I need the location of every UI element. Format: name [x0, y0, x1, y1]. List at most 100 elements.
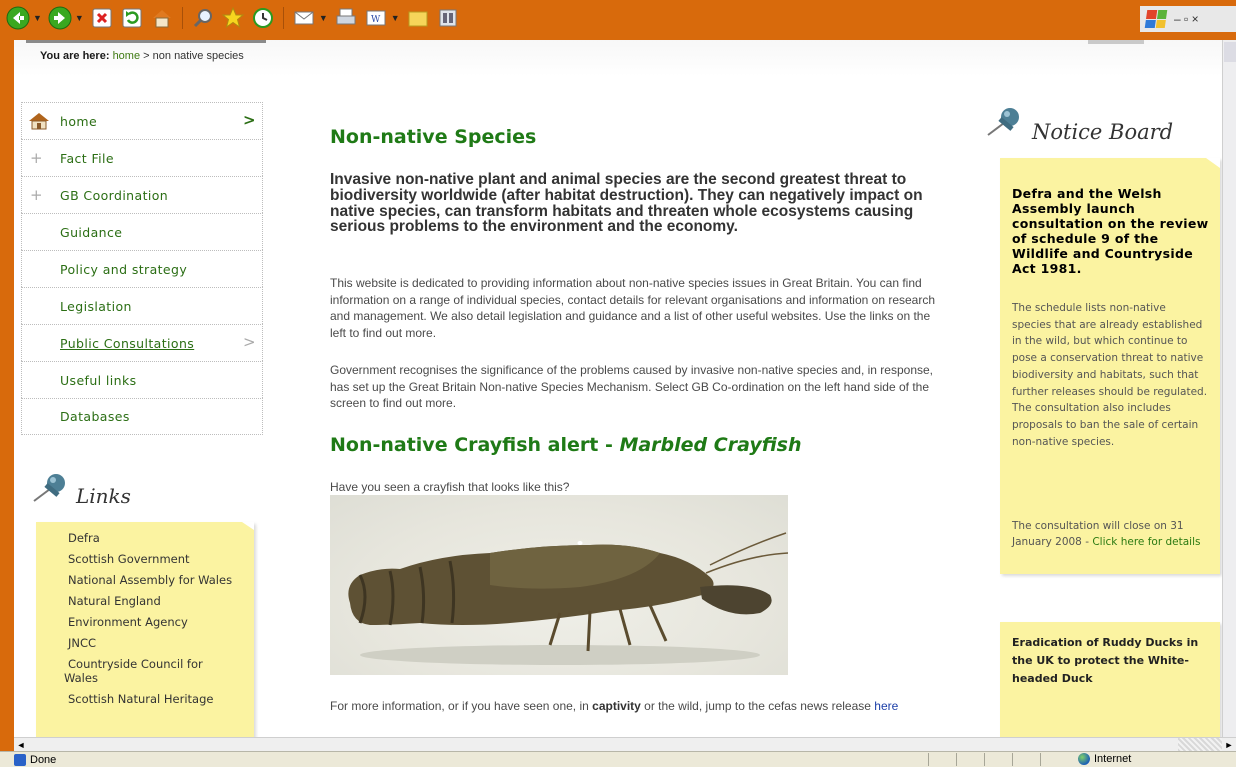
refresh-icon[interactable] — [120, 6, 144, 30]
notice-board-title: Notice Board — [1032, 120, 1174, 144]
toolbar-separator — [282, 7, 284, 29]
nav-item-gb-coordination[interactable]: + GB Coordination — [21, 176, 263, 213]
nav-item-policy[interactable]: Policy and strategy — [21, 250, 263, 287]
window-buttons[interactable]: – ▫ × — [1174, 12, 1199, 26]
nav-label: Public Consultations — [60, 335, 195, 351]
header-band: You are here: home > non native species — [14, 40, 1222, 76]
zone-label: Internet — [1094, 753, 1132, 765]
scroll-right-icon[interactable]: ► — [1222, 738, 1236, 752]
nav-label: Fact File — [60, 150, 114, 166]
crayfish-alert-heading: Non-native Crayfish alert - Marbled Cray… — [330, 434, 802, 456]
links-title: Links — [76, 484, 131, 508]
nav-item-databases[interactable]: Databases — [21, 398, 263, 435]
favorites-icon[interactable] — [221, 6, 245, 30]
pushpin-icon — [33, 474, 65, 502]
mail-dropdown-icon[interactable]: ▼ — [319, 13, 328, 23]
link-item[interactable]: Natural England — [36, 591, 246, 612]
notice-ruddy-ducks: Eradication of Ruddy Ducks in the UK to … — [1000, 622, 1220, 737]
ruddy-duck-link[interactable]: Eradication of Ruddy Ducks in the UK to … — [1012, 634, 1216, 688]
links-list: Defra Scottish Government National Assem… — [36, 528, 246, 710]
nav-label: Policy and strategy — [60, 261, 188, 277]
more-info-paragraph: For more information, or if you have see… — [330, 698, 950, 715]
header-rule-right — [1088, 40, 1144, 44]
page-title: Non-native Species — [330, 126, 537, 148]
edit-dropdown-icon[interactable]: ▼ — [391, 13, 400, 23]
print-icon[interactable] — [334, 6, 358, 30]
plus-icon: + — [30, 186, 43, 204]
page-icon — [14, 753, 26, 766]
breadcrumb-current: non native species — [152, 50, 244, 62]
nav-label: Legislation — [60, 298, 132, 314]
mail-icon[interactable] — [292, 6, 316, 30]
links-heading: Links — [32, 470, 131, 508]
nav-item-home[interactable]: home > — [21, 102, 263, 139]
media-icon[interactable] — [436, 6, 460, 30]
nav-item-legislation[interactable]: Legislation — [21, 287, 263, 324]
note-fold — [1206, 158, 1220, 168]
stop-icon[interactable] — [90, 6, 114, 30]
security-zone: Internet — [1078, 753, 1131, 765]
svg-text:W: W — [371, 15, 381, 25]
search-icon[interactable] — [191, 6, 215, 30]
notice-consultation: Defra and the Welsh Assembly launch cons… — [1000, 158, 1220, 574]
breadcrumb-label: You are here: — [40, 50, 110, 62]
status-panes — [928, 753, 1068, 766]
left-navigation: home > + Fact File + GB Coordination Gui… — [21, 102, 263, 435]
resize-grip[interactable] — [1178, 738, 1222, 751]
scroll-left-icon[interactable]: ◄ — [14, 738, 28, 752]
notice-title: Defra and the Welsh Assembly launch cons… — [1012, 186, 1209, 276]
plus-icon: + — [30, 149, 43, 167]
nav-label: Databases — [60, 409, 130, 424]
nav-label: home — [60, 113, 98, 129]
link-item[interactable]: Scottish Natural Heritage — [36, 689, 246, 710]
nav-item-guidance[interactable]: Guidance — [21, 213, 263, 250]
nav-item-public-consultations[interactable]: Public Consultations > — [21, 324, 263, 361]
chevron-right-icon: > — [243, 111, 256, 129]
nav-item-fact-file[interactable]: + Fact File — [21, 139, 263, 176]
alert-title: Non-native Crayfish alert - — [330, 434, 620, 456]
horizontal-scrollbar[interactable]: ◄ ► — [14, 737, 1236, 751]
home-icon — [29, 113, 49, 130]
home-icon[interactable] — [150, 6, 174, 30]
lead-paragraph: Invasive non-native plant and animal spe… — [330, 171, 923, 236]
forward-icon[interactable] — [48, 6, 72, 30]
back-icon[interactable] — [6, 6, 30, 30]
crayfish-image — [348, 532, 789, 665]
cefas-here-link[interactable]: here — [874, 699, 898, 713]
globe-icon — [1078, 753, 1090, 765]
intro-paragraph: This website is dedicated to providing i… — [330, 276, 936, 340]
link-item[interactable]: Scottish Government — [36, 549, 246, 570]
links-note: Defra Scottish Government National Assem… — [36, 522, 254, 737]
notice-board-heading: Notice Board — [986, 102, 1173, 144]
back-dropdown-icon[interactable]: ▼ — [33, 13, 42, 23]
nav-label: Useful links — [60, 372, 137, 388]
history-icon[interactable] — [251, 6, 275, 30]
notice-closing: The consultation will close on 31 Januar… — [1012, 518, 1208, 550]
notice-body: The schedule lists non-native species th… — [1012, 302, 1208, 448]
mechanism-paragraph: Government recognises the significance o… — [330, 363, 934, 410]
nav-label: Guidance — [60, 224, 123, 240]
status-text: Done — [30, 753, 57, 766]
link-item[interactable]: Countryside Council for Wales — [36, 654, 246, 689]
link-item[interactable]: Defra — [36, 528, 246, 549]
vertical-scrollbar[interactable] — [1222, 40, 1236, 737]
pushpin-icon — [987, 108, 1019, 136]
nav-label: GB Coordination — [60, 187, 169, 203]
breadcrumb: You are here: home > non native species — [40, 50, 244, 62]
crayfish-question: Have you seen a crayfish that looks like… — [330, 480, 570, 494]
crayfish-photo — [330, 495, 789, 675]
edit-icon[interactable]: W — [364, 6, 388, 30]
link-item[interactable]: JNCC — [36, 633, 246, 654]
status-bar: Done Internet — [0, 751, 1236, 767]
folder-icon[interactable] — [406, 6, 430, 30]
breadcrumb-home-link[interactable]: home — [113, 50, 141, 62]
window-controls[interactable]: – ▫ × — [1140, 6, 1236, 32]
scroll-thumb[interactable] — [1224, 42, 1236, 62]
alert-species: Marbled Crayfish — [619, 434, 802, 456]
forward-dropdown-icon[interactable]: ▼ — [75, 13, 84, 23]
toolbar-separator — [181, 7, 183, 29]
link-item[interactable]: Environment Agency — [36, 612, 246, 633]
nav-item-useful-links[interactable]: Useful links — [21, 361, 263, 398]
details-link[interactable]: Click here for details — [1092, 536, 1200, 548]
link-item[interactable]: National Assembly for Wales — [36, 570, 246, 591]
